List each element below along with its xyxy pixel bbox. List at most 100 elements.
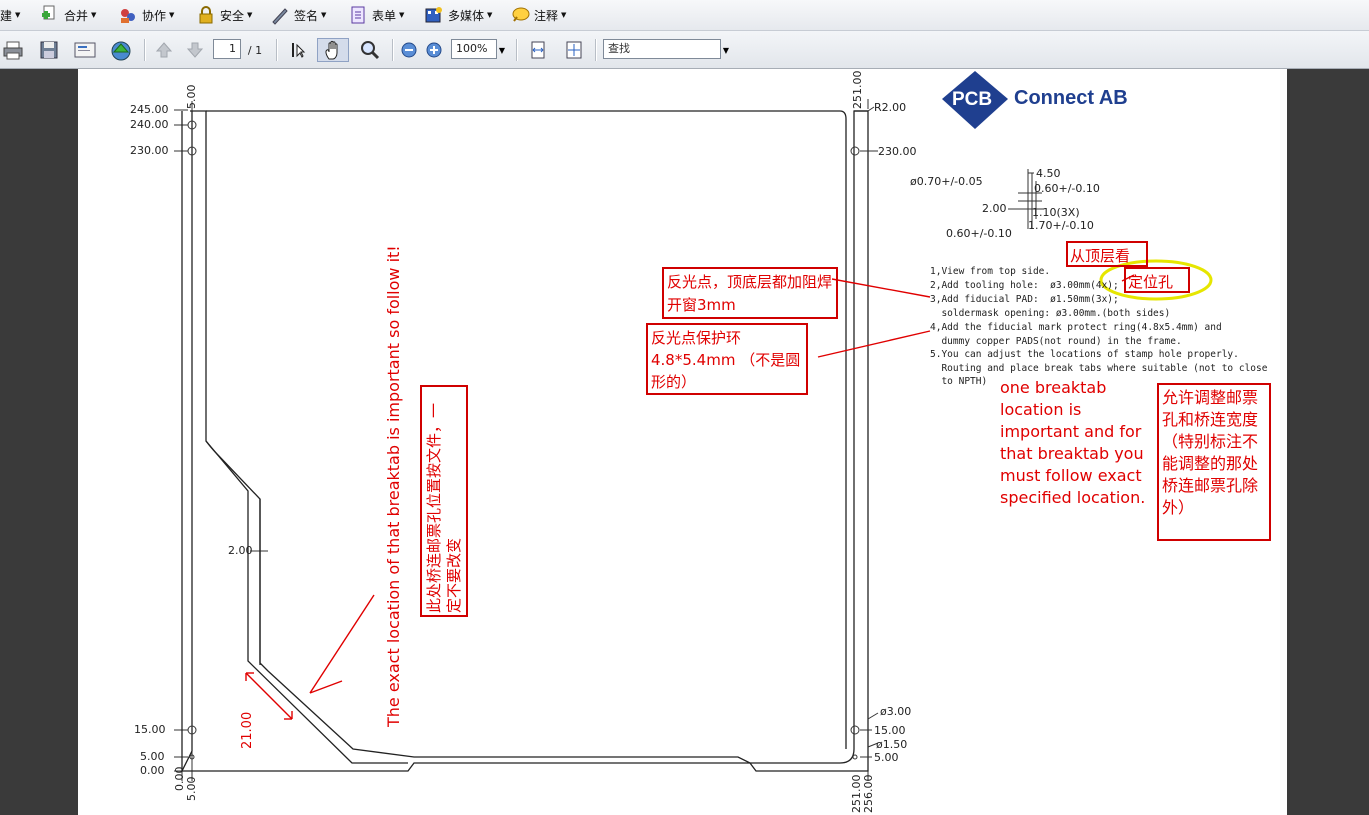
menu-multimedia[interactable]: 多媒体 ▼ (424, 5, 492, 25)
dim-radius: R2.00 (874, 101, 907, 114)
annotation-vertical-cn-box[interactable]: 此处桥连邮票孔位置按文件，一定不要改变 (420, 385, 468, 617)
detail-dim-1: ø0.70+/-0.05 (910, 175, 983, 188)
zoom-out-button[interactable] (399, 38, 419, 62)
zoom-tool-button[interactable] (357, 38, 383, 62)
dropdown-arrow-icon: ▼ (247, 11, 253, 19)
left-dimension-lines (174, 99, 869, 781)
upload-button[interactable] (107, 38, 135, 62)
annotation-fiducial-ring: 反光点保护环4.8*5.4mm （不是圆形的） (651, 329, 801, 391)
arrow-up-icon (155, 42, 173, 58)
note-line-3: 3,Add fiducial PAD: ø1.50mm(3x); (930, 294, 1119, 305)
page-total: / 1 (247, 43, 263, 57)
next-page-button[interactable] (183, 38, 207, 62)
document-background-right (1287, 69, 1369, 815)
text-select-icon (292, 43, 306, 58)
logo-suffix: Connect AB (1014, 87, 1128, 109)
save-icon (40, 41, 58, 59)
form-icon (351, 6, 365, 24)
dropdown-arrow-icon: ▼ (91, 11, 97, 19)
annotation-from-top-box[interactable]: 从顶层看 (1066, 241, 1148, 267)
annotation-ring-box[interactable]: 反光点保护环4.8*5.4mm （不是圆形的） (646, 323, 808, 395)
dim-top-left: 5.00 (185, 84, 198, 110)
zoom-out-icon (401, 42, 417, 58)
dim-left-5: 5.00 (140, 750, 165, 763)
dropdown-arrow-icon: ▼ (321, 11, 327, 19)
email-icon (74, 42, 96, 58)
dim-left-1: 240.00 (130, 118, 169, 131)
annotation-vertical-cn: 此处桥连邮票孔位置按文件，一定不要改变 (425, 402, 463, 613)
zoom-level-input[interactable]: 100% (451, 39, 497, 59)
select-tool-button[interactable] (285, 38, 309, 62)
zoom-in-button[interactable] (424, 38, 444, 62)
save-button[interactable] (36, 38, 62, 62)
pen-icon (272, 8, 288, 25)
arrow-down-icon (186, 42, 204, 58)
menu-bar: 建 ▼ 合并 ▼ 协作 ▼ 安全 ▼ 签名 ▼ 表单 ▼ 多媒体 ▼ 注释 ▼ (0, 0, 1369, 31)
note-line-1: 1,View from top side. (930, 266, 1051, 277)
dim-left-0: 245.00 (130, 103, 169, 116)
note-line-7: 5.You can adjust the locations of stamp … (930, 349, 1239, 360)
combine-icon (42, 5, 55, 20)
annotation-fiducial-box[interactable]: 反光点，顶底层都加阻焊开窗3mm (662, 267, 838, 319)
annotation-tooling-hole: 定位孔 (1128, 273, 1174, 291)
comment-icon (512, 7, 530, 22)
menu-collaborate[interactable]: 协作 ▼ (118, 5, 174, 25)
dim-right-1: ø3.00 (880, 705, 912, 718)
toolbar-separator (276, 39, 278, 61)
annotation-fiducial-open: 反光点，顶底层都加阻焊开窗3mm (667, 273, 833, 314)
note-line-8: Routing and place break tabs where suita… (930, 363, 1268, 374)
zoom-dropdown-icon[interactable]: ▼ (496, 38, 508, 62)
dim-bottom-left-1: 5.00 (185, 776, 198, 802)
menu-create[interactable]: 建 ▼ (0, 5, 20, 25)
detail-dim-7: 0.60+/-0.10 (946, 227, 1012, 240)
dropdown-arrow-icon: ▼ (399, 11, 405, 19)
document-background-left (0, 69, 78, 815)
magnifier-icon (361, 41, 380, 60)
breaktab-dim: 21.00 (240, 711, 255, 749)
toolbar-separator (595, 39, 597, 61)
menu-comment-label: 注释 (534, 8, 559, 23)
page-number-input[interactable]: 1 (213, 39, 241, 59)
detail-dim-2: 4.50 (1036, 167, 1061, 180)
detail-dim-6: 1.70+/-0.10 (1028, 219, 1094, 232)
dim-bottom-right-1: 256.00 (862, 774, 875, 814)
board-outline (181, 110, 869, 772)
dim-left-6: 0.00 (140, 764, 165, 777)
annotation-adjust-cn: 允许调整邮票孔和桥连宽度（特别标注不能调整的那处桥连邮票孔除外） (1162, 388, 1259, 517)
dim-top-right: 251.00 (851, 70, 864, 110)
menu-security[interactable]: 安全 ▼ (196, 5, 252, 25)
dim-left-2: 230.00 (130, 144, 169, 157)
search-input[interactable]: 查找 (603, 39, 721, 59)
annotation-from-top: 从顶层看 (1070, 247, 1131, 265)
fit-width-button[interactable] (526, 38, 550, 62)
menu-forms-label: 表单 (372, 8, 397, 23)
detail-dim-3: 0.60+/-0.10 (1034, 182, 1100, 195)
toolbar-separator (144, 39, 146, 61)
detail-dim-5: 1.10(3X) (1032, 206, 1080, 219)
toolbar-separator (392, 39, 394, 61)
menu-sign[interactable]: 签名 ▼ (270, 5, 326, 25)
fit-page-button[interactable] (562, 38, 586, 62)
print-button[interactable] (0, 38, 26, 62)
email-button[interactable] (71, 38, 99, 62)
menu-create-label: 建 (0, 8, 13, 23)
lock-icon (199, 6, 213, 24)
menu-forms[interactable]: 表单 ▼ (348, 5, 404, 25)
upload-icon (111, 41, 131, 61)
annotation-tooling-box[interactable]: 定位孔 (1124, 267, 1190, 293)
dim-left-4: 15.00 (134, 723, 166, 736)
dim-right-4: 5.00 (874, 751, 899, 764)
hand-tool-button[interactable] (317, 38, 349, 62)
previous-page-button[interactable] (152, 38, 176, 62)
fit-page-icon (566, 41, 582, 59)
annotation-adjust-box[interactable]: 允许调整邮票孔和桥连宽度（特别标注不能调整的那处桥连邮票孔除外） (1157, 383, 1271, 541)
dim-right-0: 230.00 (878, 145, 917, 158)
dim-right-3: ø1.50 (876, 738, 908, 751)
menu-combine[interactable]: 合并 ▼ (40, 5, 96, 25)
menu-comment[interactable]: 注释 ▼ (510, 5, 566, 25)
search-dropdown-icon[interactable]: ▼ (720, 38, 732, 62)
zoom-in-icon (426, 42, 442, 58)
dim-right-2: 15.00 (874, 724, 906, 737)
pdf-page: PCB Connect AB 245.00 240.00 230.00 2.00… (78, 69, 1287, 815)
hand-icon (325, 40, 338, 60)
